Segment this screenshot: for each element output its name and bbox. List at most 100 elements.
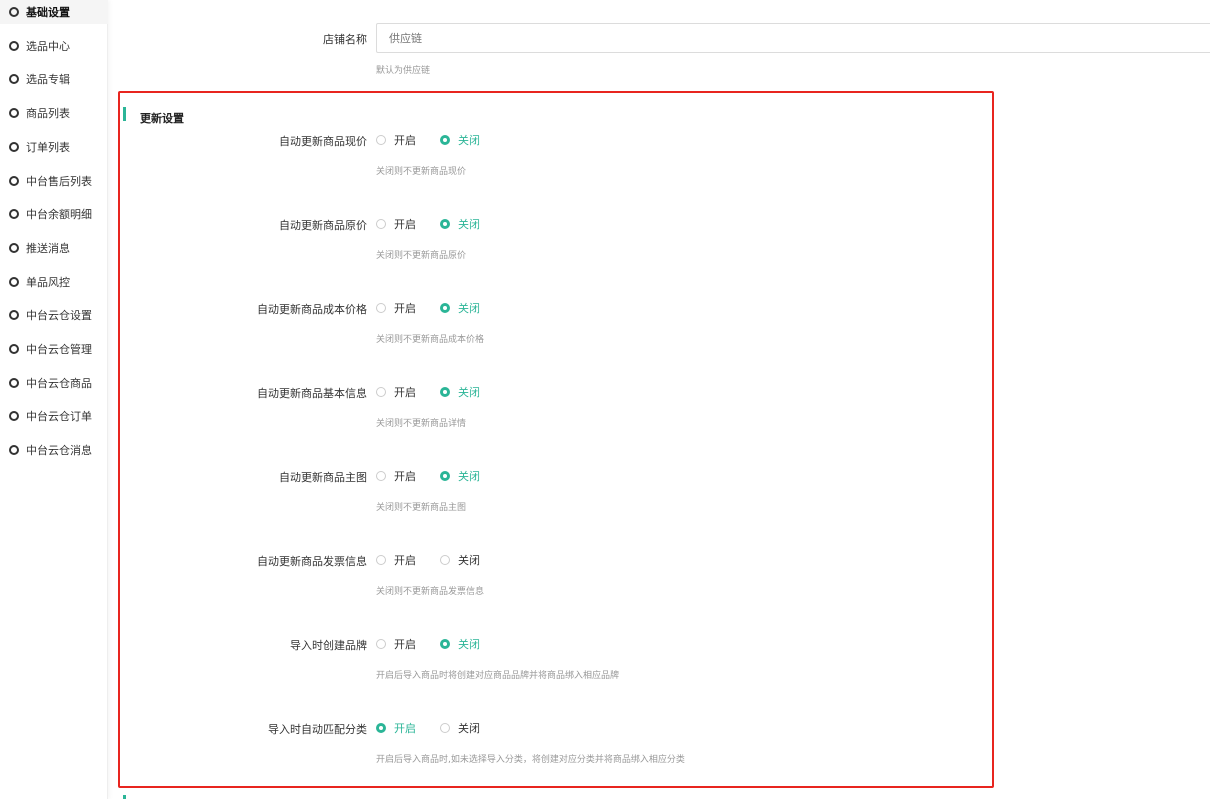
radio-on[interactable]: 开启 bbox=[376, 384, 416, 400]
setting-hint: 开启后导入商品时,如未选择导入分类，将创建对应分类并将商品绑入相应分类 bbox=[376, 755, 685, 765]
sidebar-item[interactable]: 订单列表 bbox=[0, 135, 108, 159]
radio-label: 关闭 bbox=[458, 134, 480, 147]
radio-on[interactable]: 开启 bbox=[376, 720, 416, 736]
shop-name-label: 店铺名称 bbox=[323, 33, 367, 46]
radio-label: 开启 bbox=[394, 386, 416, 399]
radio-label: 关闭 bbox=[458, 386, 480, 399]
radio-circle-icon bbox=[440, 135, 450, 145]
setting-label: 自动更新商品原价 bbox=[279, 219, 367, 232]
sidebar-item[interactable]: 选品专辑 bbox=[0, 67, 108, 91]
circle-icon bbox=[9, 141, 19, 152]
radio-label: 关闭 bbox=[458, 302, 480, 315]
radio-on[interactable]: 开启 bbox=[376, 468, 416, 484]
shop-name-hint: 默认为供应链 bbox=[376, 66, 431, 76]
radio-label: 开启 bbox=[394, 722, 416, 735]
radio-off[interactable]: 关闭 bbox=[440, 132, 480, 148]
sidebar-item[interactable]: 中台云仓订单 bbox=[0, 404, 108, 428]
sidebar-item-label: 单品风控 bbox=[26, 275, 70, 289]
radio-off[interactable]: 关闭 bbox=[440, 384, 480, 400]
sidebar-item[interactable]: 中台云仓商品 bbox=[0, 371, 108, 395]
circle-icon bbox=[9, 108, 19, 119]
radio-off[interactable]: 关闭 bbox=[440, 636, 480, 652]
circle-icon bbox=[9, 40, 19, 51]
radio-circle-icon bbox=[440, 387, 450, 397]
radio-off[interactable]: 关闭 bbox=[440, 552, 480, 568]
radio-circle-icon bbox=[440, 723, 450, 733]
radio-on[interactable]: 开启 bbox=[376, 216, 416, 232]
sidebar-item[interactable]: 中台余额明细 bbox=[0, 202, 108, 226]
setting-hint: 关闭则不更新商品主图 bbox=[376, 503, 467, 513]
radio-off[interactable]: 关闭 bbox=[440, 720, 480, 736]
radio-label: 开启 bbox=[394, 470, 416, 483]
radio-label: 关闭 bbox=[458, 722, 480, 735]
radio-label: 开启 bbox=[394, 218, 416, 231]
sidebar-item[interactable]: 选品中心 bbox=[0, 34, 108, 58]
radio-circle-icon bbox=[440, 471, 450, 481]
circle-icon bbox=[9, 175, 19, 186]
circle-icon bbox=[9, 411, 19, 422]
setting-hint: 关闭则不更新商品原价 bbox=[376, 251, 467, 261]
radio-circle-icon bbox=[376, 303, 386, 313]
highlight-box bbox=[118, 91, 994, 788]
setting-hint: 关闭则不更新商品现价 bbox=[376, 167, 467, 177]
setting-label: 自动更新商品发票信息 bbox=[257, 555, 367, 568]
circle-icon bbox=[9, 7, 19, 17]
sidebar-item-label: 中台云仓设置 bbox=[26, 309, 92, 323]
sidebar-item[interactable]: 推送消息 bbox=[0, 236, 108, 260]
radio-circle-icon bbox=[376, 555, 386, 565]
radio-label: 开启 bbox=[394, 554, 416, 567]
sidebar-item-label: 推送消息 bbox=[26, 241, 70, 255]
sidebar-item-label: 基础设置 bbox=[26, 6, 70, 19]
circle-icon bbox=[9, 377, 19, 388]
sidebar-item-label: 中台云仓订单 bbox=[26, 410, 92, 424]
radio-off[interactable]: 关闭 bbox=[440, 300, 480, 316]
setting-hint: 开启后导入商品时将创建对应商品品牌并将商品绑入相应品牌 bbox=[376, 671, 620, 681]
sidebar-item-label: 选品专辑 bbox=[26, 73, 70, 87]
radio-circle-icon bbox=[440, 303, 450, 313]
radio-on[interactable]: 开启 bbox=[376, 300, 416, 316]
sidebar-item[interactable]: 中台云仓消息 bbox=[0, 438, 108, 462]
radio-label: 关闭 bbox=[458, 638, 480, 651]
circle-icon bbox=[9, 344, 19, 354]
section-title-update: 更新设置 bbox=[140, 112, 184, 125]
circle-icon bbox=[9, 445, 19, 456]
radio-circle-icon bbox=[376, 219, 386, 229]
sidebar-item[interactable]: 商品列表 bbox=[0, 101, 108, 125]
setting-hint: 关闭则不更新商品详情 bbox=[376, 419, 467, 429]
setting-label: 自动更新商品成本价格 bbox=[257, 303, 367, 316]
sidebar-item[interactable]: 中台云仓设置 bbox=[0, 303, 108, 327]
radio-circle-icon bbox=[440, 639, 450, 649]
radio-off[interactable]: 关闭 bbox=[440, 216, 480, 232]
sidebar: 基础设置选品中心选品专辑商品列表订单列表中台售后列表中台余额明细 推送消息单品风控… bbox=[0, 0, 108, 799]
radio-circle-icon bbox=[376, 723, 386, 733]
radio-off[interactable]: 关闭 bbox=[440, 468, 480, 484]
circle-icon bbox=[9, 276, 19, 287]
radio-label: 关闭 bbox=[458, 470, 480, 483]
radio-label: 开启 bbox=[394, 638, 416, 651]
setting-label: 导入时自动匹配分类 bbox=[268, 723, 367, 736]
sidebar-item[interactable]: 基础设置 bbox=[0, 0, 108, 24]
radio-on[interactable]: 开启 bbox=[376, 552, 416, 568]
radio-circle-icon bbox=[376, 135, 386, 145]
radio-circle-icon bbox=[376, 639, 386, 649]
sidebar-item-label: 中台云仓管理 bbox=[26, 343, 92, 356]
circle-icon bbox=[9, 209, 19, 220]
sidebar-item-label: 中台云仓消息 bbox=[26, 444, 92, 458]
sidebar-item[interactable]: 单品风控 bbox=[0, 270, 108, 294]
sidebar-item-label: 订单列表 bbox=[26, 140, 70, 154]
radio-circle-icon bbox=[376, 387, 386, 397]
shop-name-input[interactable] bbox=[376, 23, 1210, 53]
sidebar-item[interactable]: 中台售后列表 bbox=[0, 169, 108, 193]
sidebar-item-label: 中台云仓商品 bbox=[26, 376, 92, 390]
section-accent-bar bbox=[123, 107, 126, 121]
setting-label: 自动更新商品现价 bbox=[279, 135, 367, 148]
radio-on[interactable]: 开启 bbox=[376, 132, 416, 148]
setting-hint: 关闭则不更新商品成本价格 bbox=[376, 335, 485, 345]
sidebar-item-label: 中台余额明细 bbox=[26, 208, 92, 222]
circle-icon bbox=[9, 310, 19, 321]
sidebar-item[interactable]: 中台云仓管理 bbox=[0, 337, 108, 361]
radio-label: 开启 bbox=[394, 134, 416, 147]
radio-circle-icon bbox=[440, 555, 450, 565]
radio-label: 开启 bbox=[394, 302, 416, 315]
radio-on[interactable]: 开启 bbox=[376, 636, 416, 652]
